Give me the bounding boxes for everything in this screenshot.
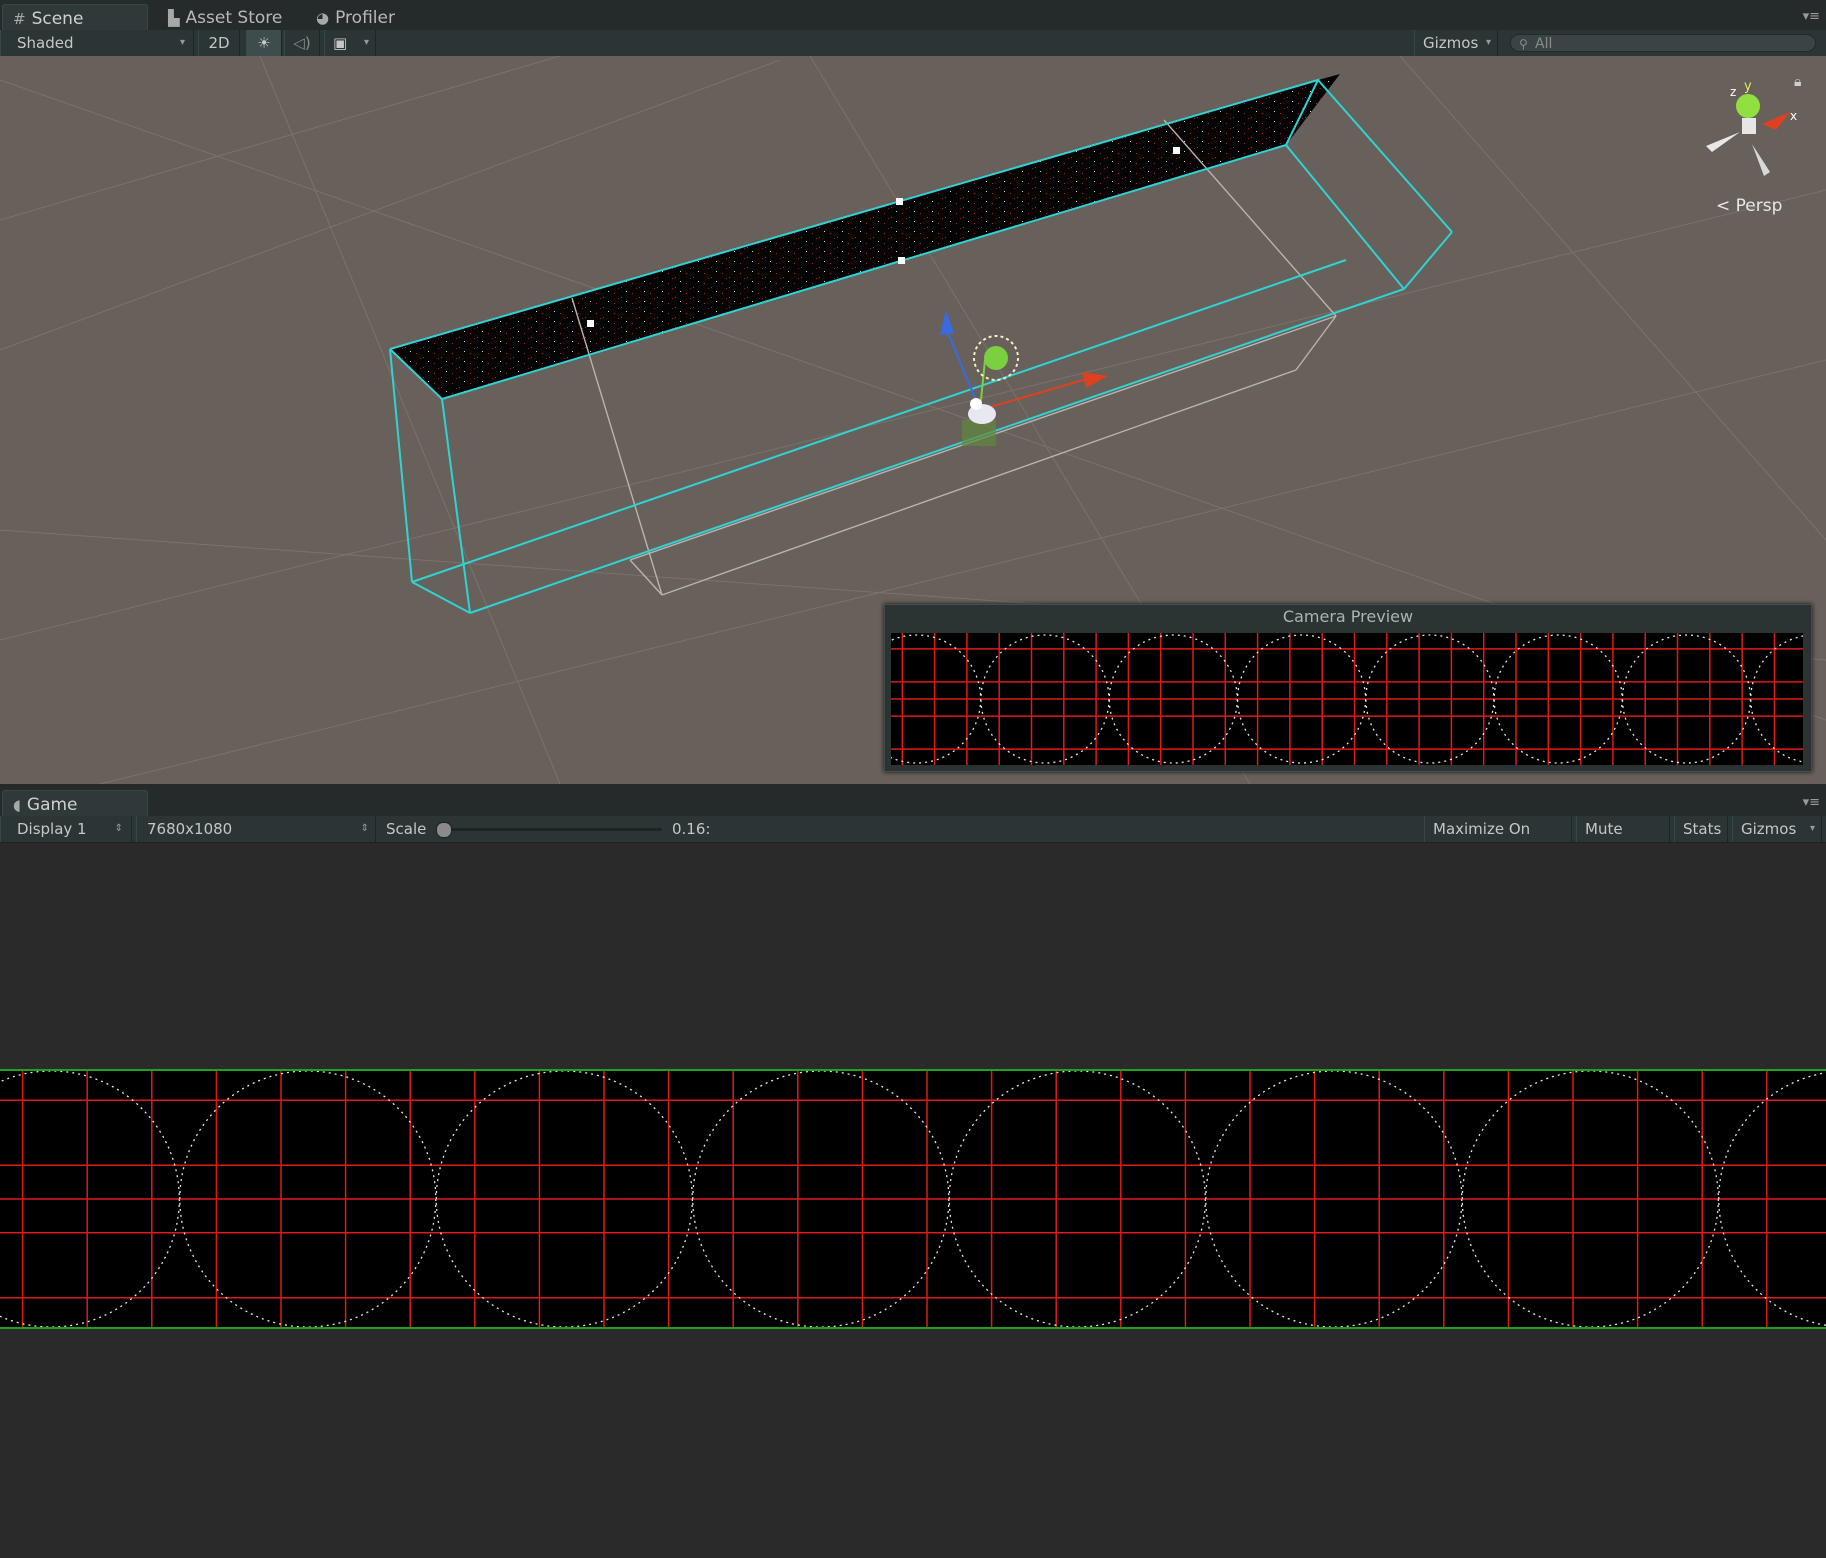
updown-arrow-icon: ⇕ <box>114 823 123 834</box>
game-tab-bar: ◖ Game ▾≡ <box>0 786 1826 816</box>
scene-viewport[interactable]: z y x 🔒︎ < Persp Camera Preview <box>0 56 1826 784</box>
tab-game[interactable]: ◖ Game <box>2 790 148 816</box>
tab-scene[interactable]: # Scene <box>2 4 148 30</box>
transform-gizmo <box>940 310 1108 446</box>
camera-preview-image <box>891 633 1803 765</box>
mute-audio-toggle[interactable]: Mute Audio <box>1576 816 1670 864</box>
render-quad <box>390 74 1340 399</box>
orientation-gizmo: z y x <box>1706 79 1797 176</box>
speaker-icon: ◁) <box>293 34 311 52</box>
camera-preview-panel: Camera Preview <box>884 604 1812 772</box>
game-toolbar: Display 1 ⇕ 7680x1080 ⇕ Scale 0.16: Maxi… <box>0 816 1826 864</box>
updown-arrow-icon: ⇕ <box>360 823 369 834</box>
scene-search-input[interactable]: ⚲ All <box>1510 34 1816 52</box>
panel-menu-icon[interactable]: ▾≡ <box>1803 9 1820 24</box>
stats-toggle[interactable]: Stats <box>1674 816 1728 842</box>
scene-gizmos-dropdown[interactable]: Gizmos ▾ <box>1414 30 1498 56</box>
pacman-icon: ◖ <box>13 796 21 814</box>
chevron-left-icon: < <box>1716 196 1731 216</box>
game-viewport[interactable] <box>0 843 1826 1558</box>
tab-profiler[interactable]: ◕ Profiler <box>306 4 416 30</box>
projection-toggle[interactable]: < Persp <box>1716 196 1782 216</box>
scale-value: 0.16: <box>672 820 711 838</box>
chevron-down-icon: ▾ <box>1809 823 1815 834</box>
scene-lighting-toggle[interactable]: ☀ <box>246 30 282 56</box>
tab-asset-store[interactable]: ▙ Asset Store <box>158 4 298 30</box>
game-gizmos-dropdown[interactable]: Gizmos ▾ <box>1732 816 1822 842</box>
draw-mode-dropdown[interactable]: Shaded ▾ <box>0 30 194 56</box>
axis-y-label: y <box>1744 79 1752 94</box>
image-icon: ▣ <box>333 34 348 52</box>
scale-slider-knob[interactable] <box>436 822 452 838</box>
scene-audio-toggle[interactable]: ◁) <box>284 30 320 56</box>
mode-2d-button[interactable]: 2D <box>198 30 240 56</box>
profiler-icon: ◕ <box>316 9 330 27</box>
hash-grid-icon: # <box>13 10 26 28</box>
panel-menu-icon[interactable]: ▾≡ <box>1803 795 1820 810</box>
camera-preview-title: Camera Preview <box>1282 607 1414 626</box>
chevron-down-icon: ▾ <box>1485 37 1491 48</box>
scale-slider-track[interactable] <box>440 828 662 831</box>
scale-label: Scale <box>386 820 427 838</box>
scene-effects-dropdown[interactable]: ▣ ▾ <box>324 30 376 56</box>
scene-tab-bar: # Scene ▙ Asset Store ◕ Profiler ▾≡ <box>0 0 1826 30</box>
sun-icon: ☀ <box>257 34 271 52</box>
axis-x-label: x <box>1790 109 1797 123</box>
axis-z-label: z <box>1730 85 1736 99</box>
display-dropdown[interactable]: Display 1 ⇕ <box>0 816 132 842</box>
chevron-down-icon: ▾ <box>179 37 185 48</box>
search-icon: ⚲ <box>1519 37 1528 51</box>
maximize-on-play-toggle[interactable]: Maximize On Play <box>1424 816 1572 864</box>
lock-icon[interactable]: 🔒︎ <box>1794 74 1801 90</box>
scene-toolbar: Shaded ▾ 2D ☀ ◁) ▣ ▾ Gizmos ▾ ⚲ All <box>0 30 1826 57</box>
resolution-dropdown[interactable]: 7680x1080 ⇕ <box>136 816 376 842</box>
shopping-bag-icon: ▙ <box>168 9 180 27</box>
chevron-down-icon: ▾ <box>363 37 369 48</box>
game-render-output <box>0 1069 1826 1329</box>
